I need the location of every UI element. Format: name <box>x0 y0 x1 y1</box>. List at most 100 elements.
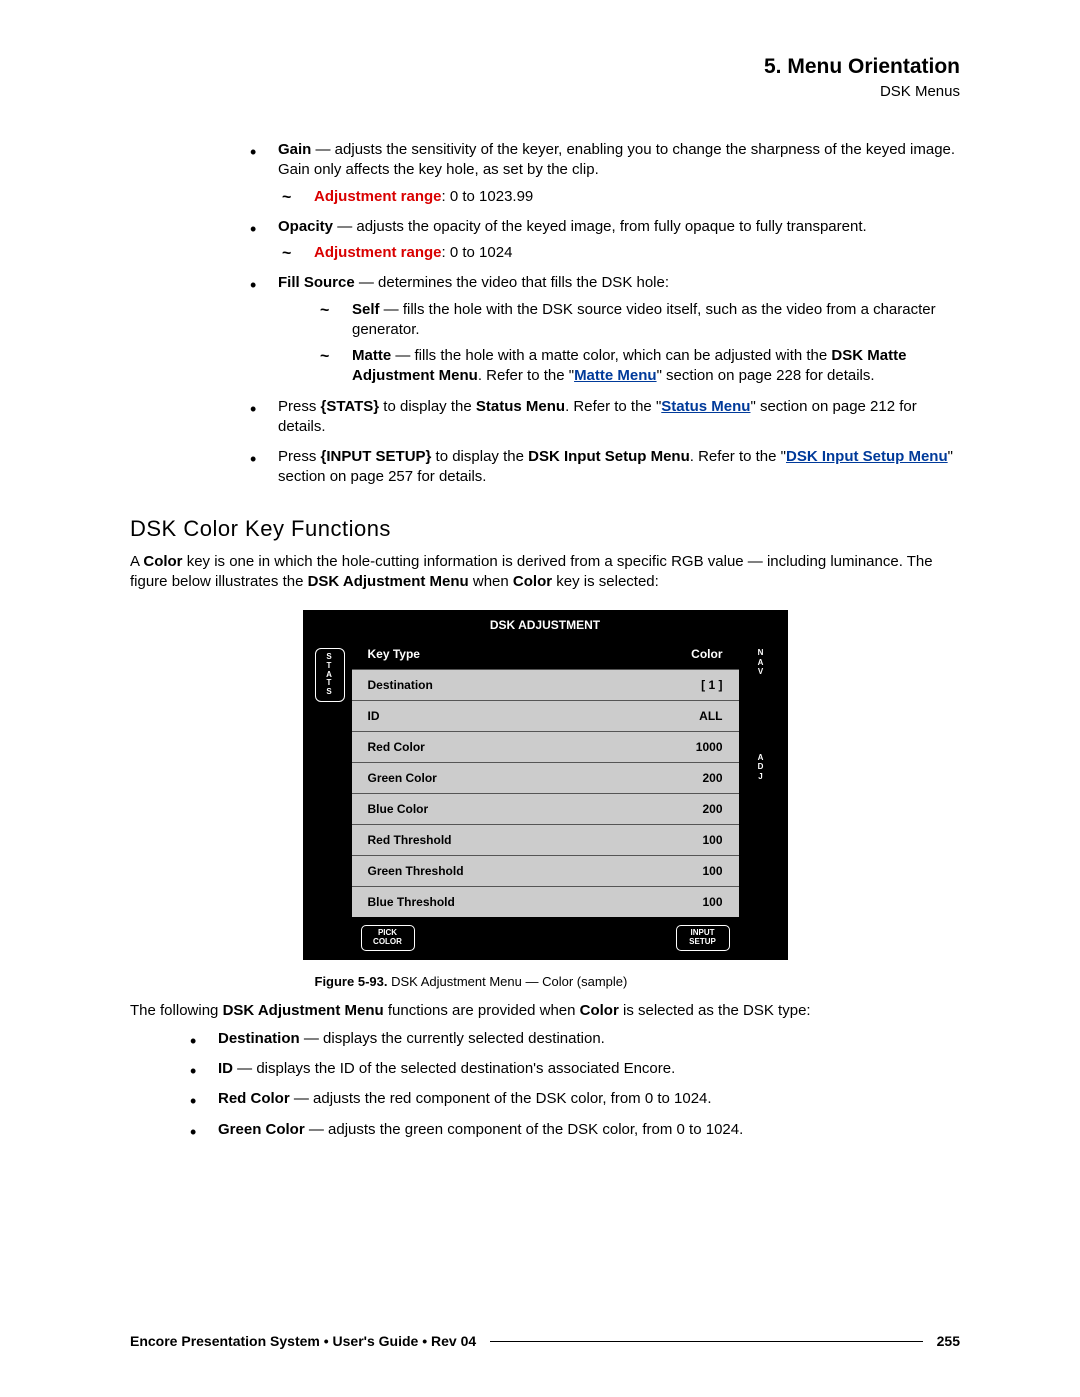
lbl: Green Color <box>368 771 437 785</box>
figure-caption: Figure 5-93. DSK Adjustment Menu — Color… <box>315 974 788 989</box>
post-bullet-list: Destination — displays the currently sel… <box>130 1029 960 1140</box>
row-green-color: Green Color 200 <box>352 762 739 793</box>
val: 100 <box>702 833 722 847</box>
b2: DSK Input Setup Menu <box>528 448 690 465</box>
bullet-gain: Gain — adjusts the sensitivity of the ke… <box>250 140 960 207</box>
desc: — adjusts the sensitivity of the keyer, … <box>278 141 955 178</box>
lbl: Green Threshold <box>368 864 464 878</box>
desc: — adjusts the opacity of the keyed image… <box>333 218 867 235</box>
gain-adjustment: Adjustment range: 0 to 1023.99 <box>278 187 960 207</box>
menu-grid: Key TypeColor Destination [ 1 ] IDALL Red… <box>351 638 740 918</box>
val: 100 <box>702 864 722 878</box>
desc: — fills the hole with the DSK source vid… <box>352 301 936 338</box>
p1: The following <box>130 1002 223 1019</box>
d: — displays the ID of the selected destin… <box>233 1060 675 1077</box>
bullet-list: Gain — adjusts the sensitivity of the ke… <box>130 140 960 488</box>
status-menu-link[interactable]: Status Menu <box>661 398 750 415</box>
t1: A <box>130 553 143 570</box>
val: 1000 <box>696 740 723 754</box>
term: Self <box>352 301 380 318</box>
p1: Press <box>278 398 321 415</box>
matte-menu-link[interactable]: Matte Menu <box>574 367 657 384</box>
val: ALL <box>699 709 722 723</box>
term: Matte <box>352 347 391 364</box>
menu-title: DSK ADJUSTMENT <box>309 616 782 638</box>
adj-value: : 0 to 1024 <box>442 244 513 261</box>
t: Green Color <box>218 1121 305 1138</box>
d: — adjusts the red component of the DSK c… <box>290 1090 712 1107</box>
lbl: Red Threshold <box>368 833 452 847</box>
adj-label: A D J <box>758 753 764 782</box>
t: Red Color <box>218 1090 290 1107</box>
dsk-menu-figure: DSK ADJUSTMENT S T A T S Key TypeColor D… <box>303 610 788 989</box>
header-subtitle: DSK Menus <box>130 83 960 100</box>
term: Fill Source <box>278 274 355 291</box>
nav-label: N A V <box>758 648 764 677</box>
pick-color-button[interactable]: PICK COLOR <box>361 925 415 951</box>
page-footer: Encore Presentation System • User's Guid… <box>130 1333 960 1349</box>
bullet-red-color: Red Color — adjusts the red component of… <box>190 1089 960 1109</box>
post-figure-para: The following DSK Adjustment Menu functi… <box>130 1001 960 1021</box>
t4: key is selected: <box>552 573 659 590</box>
t3: when <box>469 573 513 590</box>
bullet-id: ID — displays the ID of the selected des… <box>190 1059 960 1079</box>
row-blue-color: Blue Color 200 <box>352 793 739 824</box>
row-destination: Destination [ 1 ] <box>352 669 739 700</box>
p3: . Refer to the " <box>690 448 786 465</box>
b3: Color <box>513 573 552 590</box>
row-red-threshold: Red Threshold 100 <box>352 824 739 855</box>
b1: {STATS} <box>321 398 380 415</box>
menu-right-col: N A V A D J <box>740 638 782 918</box>
val: [ 1 ] <box>701 678 722 692</box>
opacity-adjustment: Adjustment range: 0 to 1024 <box>278 243 960 263</box>
t: ID <box>218 1060 233 1077</box>
page-number: 255 <box>937 1333 960 1349</box>
adj-label: Adjustment range <box>314 244 442 261</box>
row-key-type: Key TypeColor <box>352 639 739 669</box>
p3: is selected as the DSK type: <box>619 1002 811 1019</box>
bullet-opacity: Opacity — adjusts the opacity of the key… <box>250 217 960 264</box>
fill-matte: Matte — fills the hole with a matte colo… <box>278 346 960 387</box>
dsk-input-setup-link[interactable]: DSK Input Setup Menu <box>786 448 948 465</box>
val: 100 <box>702 895 722 909</box>
term: Opacity <box>278 218 333 235</box>
p2: functions are provided when <box>384 1002 580 1019</box>
val: 200 <box>702 771 722 785</box>
val: 200 <box>702 802 722 816</box>
adj-value: : 0 to 1023.99 <box>442 188 534 205</box>
section-title: DSK Color Key Functions <box>130 516 960 542</box>
lbl: Destination <box>368 678 433 692</box>
p2: to display the <box>379 398 476 415</box>
caption-text: DSK Adjustment Menu — Color (sample) <box>387 974 627 989</box>
lbl: Key Type <box>368 647 420 661</box>
d1: — fills the hole with a matte color, whi… <box>391 347 831 364</box>
row-id: IDALL <box>352 700 739 731</box>
t: Destination <box>218 1030 300 1047</box>
p3: . Refer to the " <box>565 398 661 415</box>
footer-rule <box>490 1341 922 1342</box>
stats-button[interactable]: S T A T S <box>315 648 345 702</box>
lbl: Blue Threshold <box>368 895 455 909</box>
input-setup-button[interactable]: INPUT SETUP <box>676 925 730 951</box>
d: — displays the currently selected destin… <box>300 1030 605 1047</box>
d3: " section on page 228 for details. <box>657 367 875 384</box>
b2: DSK Adjustment Menu <box>308 573 469 590</box>
lbl: Blue Color <box>368 802 429 816</box>
b2: Status Menu <box>476 398 565 415</box>
b1: DSK Adjustment Menu <box>223 1002 384 1019</box>
menu-left-col: S T A T S <box>309 638 351 918</box>
term: Gain <box>278 141 311 158</box>
caption-bold: Figure 5-93. <box>315 974 388 989</box>
bullet-destination: Destination — displays the currently sel… <box>190 1029 960 1049</box>
footer-text: Encore Presentation System • User's Guid… <box>130 1333 476 1349</box>
b2: Color <box>580 1002 619 1019</box>
b1: Color <box>143 553 182 570</box>
b1: {INPUT SETUP} <box>321 448 432 465</box>
bullet-input-setup: Press {INPUT SETUP} to display the DSK I… <box>250 447 960 488</box>
d: — adjusts the green component of the DSK… <box>305 1121 744 1138</box>
adj-label: Adjustment range <box>314 188 442 205</box>
row-red-color: Red Color1000 <box>352 731 739 762</box>
desc: — determines the video that fills the DS… <box>355 274 669 291</box>
page-header: 5. Menu Orientation DSK Menus <box>130 55 960 100</box>
p2: to display the <box>431 448 528 465</box>
